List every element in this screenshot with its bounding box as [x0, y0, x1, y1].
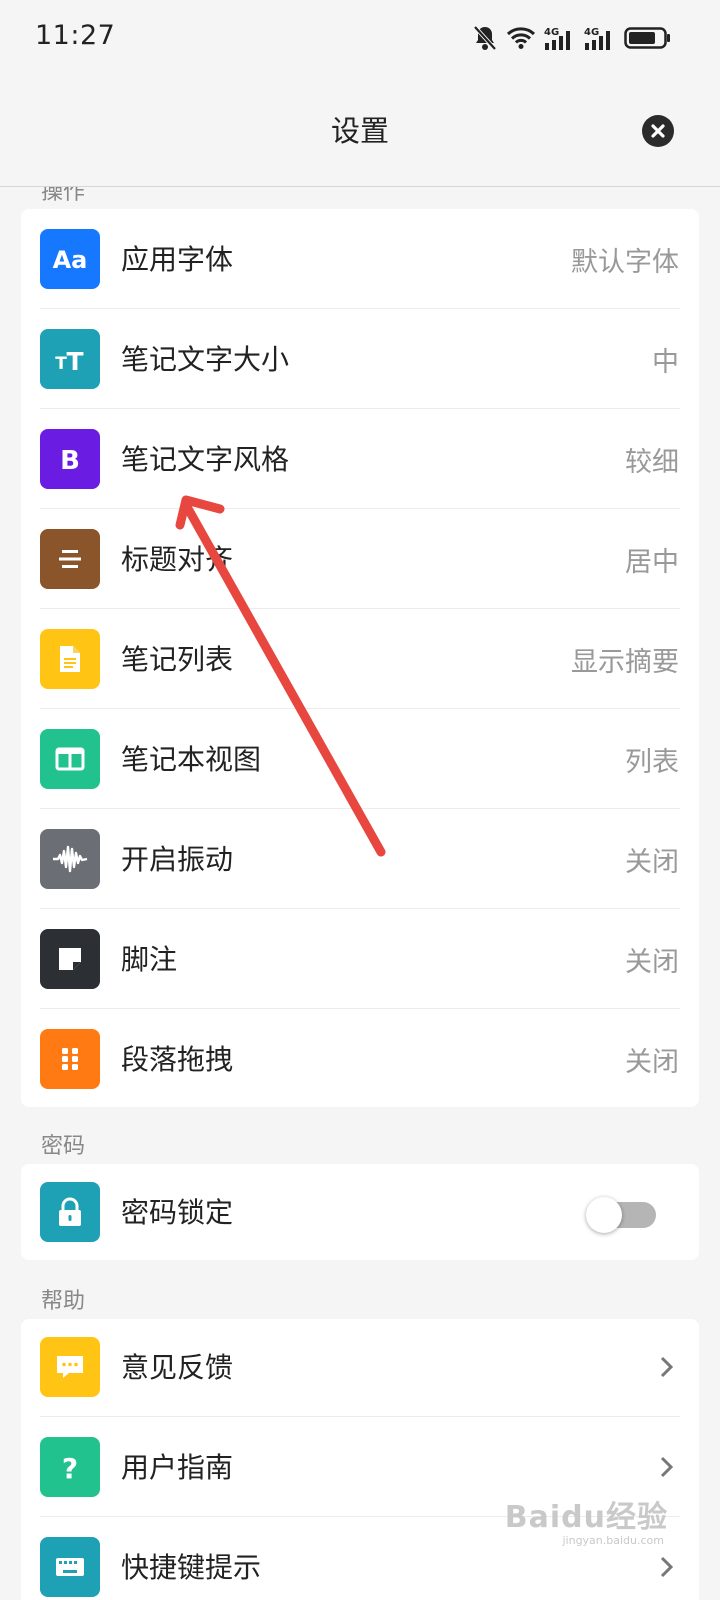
- setting-row-notebook-view[interactable]: 笔记本视图 列表: [21, 709, 699, 809]
- svg-text:B: B: [60, 446, 80, 476]
- setting-row-vibration[interactable]: 开启振动 关闭: [21, 809, 699, 909]
- signal-4g-icon: 4G: [584, 25, 616, 51]
- align-center-icon: [40, 529, 100, 589]
- svg-text:T: T: [55, 354, 67, 374]
- close-button[interactable]: [642, 115, 674, 147]
- keyboard-icon: [40, 1537, 100, 1597]
- svg-text:T: T: [66, 347, 83, 376]
- status-bar: 11:27 4G 4G: [0, 0, 720, 78]
- setting-row-title-align[interactable]: 标题对齐 居中: [21, 509, 699, 609]
- help-row-feedback[interactable]: 意见反馈: [21, 1317, 699, 1417]
- waveform-icon: [40, 829, 100, 889]
- setting-value: 关闭: [625, 1047, 679, 1078]
- setting-value: 显示摘要: [571, 647, 679, 678]
- document-icon: [40, 629, 100, 689]
- text-size-icon: TT: [40, 329, 100, 389]
- setting-row-text-style[interactable]: B 笔记文字风格 较细: [21, 409, 699, 509]
- setting-label: 用户指南: [121, 1451, 234, 1484]
- setting-row-footnote[interactable]: 脚注 关闭: [21, 909, 699, 1009]
- setting-value: 关闭: [625, 947, 679, 978]
- svg-text:4G: 4G: [544, 27, 559, 38]
- password-card: 密码锁定: [21, 1164, 699, 1260]
- setting-label: 快捷键提示: [121, 1551, 262, 1584]
- setting-label: 笔记列表: [121, 643, 234, 676]
- setting-row-paragraph-drag[interactable]: 段落拖拽 关闭: [21, 1009, 699, 1109]
- svg-text:4G: 4G: [584, 27, 599, 38]
- svg-text:?: ?: [62, 1452, 78, 1485]
- section-label-help: 帮助: [41, 1289, 86, 1314]
- setting-value: 关闭: [625, 847, 679, 878]
- chevron-right-icon: [660, 1556, 674, 1578]
- setting-label: 笔记文字风格: [121, 443, 290, 476]
- setting-value: 居中: [625, 547, 679, 578]
- chevron-right-icon: [660, 1356, 674, 1378]
- setting-row-text-size[interactable]: TT 笔记文字大小 中: [21, 309, 699, 409]
- settings-scroll-area[interactable]: 操作 Aa 应用字体 默认字体 TT 笔记文字大小 中 B 笔记文字风格 较细: [0, 186, 720, 1600]
- bell-muted-icon: [472, 24, 498, 52]
- note-icon: [40, 929, 100, 989]
- setting-label: 意见反馈: [121, 1351, 234, 1384]
- setting-label: 脚注: [121, 943, 178, 976]
- close-icon: [651, 124, 665, 138]
- signal-4g-icon: 4G: [544, 25, 576, 51]
- section-label-password: 密码: [41, 1134, 86, 1159]
- setting-label: 密码锁定: [121, 1196, 234, 1229]
- setting-value: 列表: [625, 747, 679, 778]
- status-icons: 4G 4G: [472, 22, 672, 54]
- setting-label: 开启振动: [121, 843, 234, 876]
- help-card: 意见反馈 ? 用户指南 快捷键提示: [21, 1319, 699, 1600]
- password-lock-toggle[interactable]: [586, 1197, 656, 1233]
- chat-bubble-icon: [40, 1337, 100, 1397]
- setting-label: 应用字体: [121, 243, 234, 276]
- question-icon: ?: [40, 1437, 100, 1497]
- drag-handle-icon: [40, 1029, 100, 1089]
- bold-b-icon: B: [40, 429, 100, 489]
- watermark-url: jingyan.baidu.com: [562, 1534, 664, 1547]
- font-aa-icon: Aa: [40, 229, 100, 289]
- setting-label: 笔记本视图: [121, 743, 262, 776]
- operations-card: Aa 应用字体 默认字体 TT 笔记文字大小 中 B 笔记文字风格 较细 标题对…: [21, 209, 699, 1107]
- wifi-icon: [506, 26, 536, 50]
- toggle-knob: [586, 1197, 622, 1233]
- setting-value: 默认字体: [571, 247, 679, 278]
- section-label-operations: 操作: [41, 186, 86, 205]
- setting-label: 段落拖拽: [121, 1043, 234, 1076]
- lock-icon: [40, 1182, 100, 1242]
- header-bar: 设置: [0, 78, 720, 187]
- chevron-right-icon: [660, 1456, 674, 1478]
- watermark-logo: Baidu经验: [504, 1500, 668, 1535]
- setting-label: 标题对齐: [121, 543, 234, 576]
- setting-value: 较细: [625, 447, 679, 478]
- setting-row-note-list[interactable]: 笔记列表 显示摘要: [21, 609, 699, 709]
- setting-row-app-font[interactable]: Aa 应用字体 默认字体: [21, 209, 699, 309]
- page-title: 设置: [330, 114, 389, 148]
- columns-icon: [40, 729, 100, 789]
- battery-icon: [624, 25, 672, 51]
- setting-value: 中: [652, 347, 679, 378]
- status-time: 11:27: [35, 20, 116, 51]
- svg-text:Aa: Aa: [53, 246, 88, 274]
- setting-row-password-lock[interactable]: 密码锁定: [21, 1162, 699, 1262]
- setting-label: 笔记文字大小: [121, 343, 290, 376]
